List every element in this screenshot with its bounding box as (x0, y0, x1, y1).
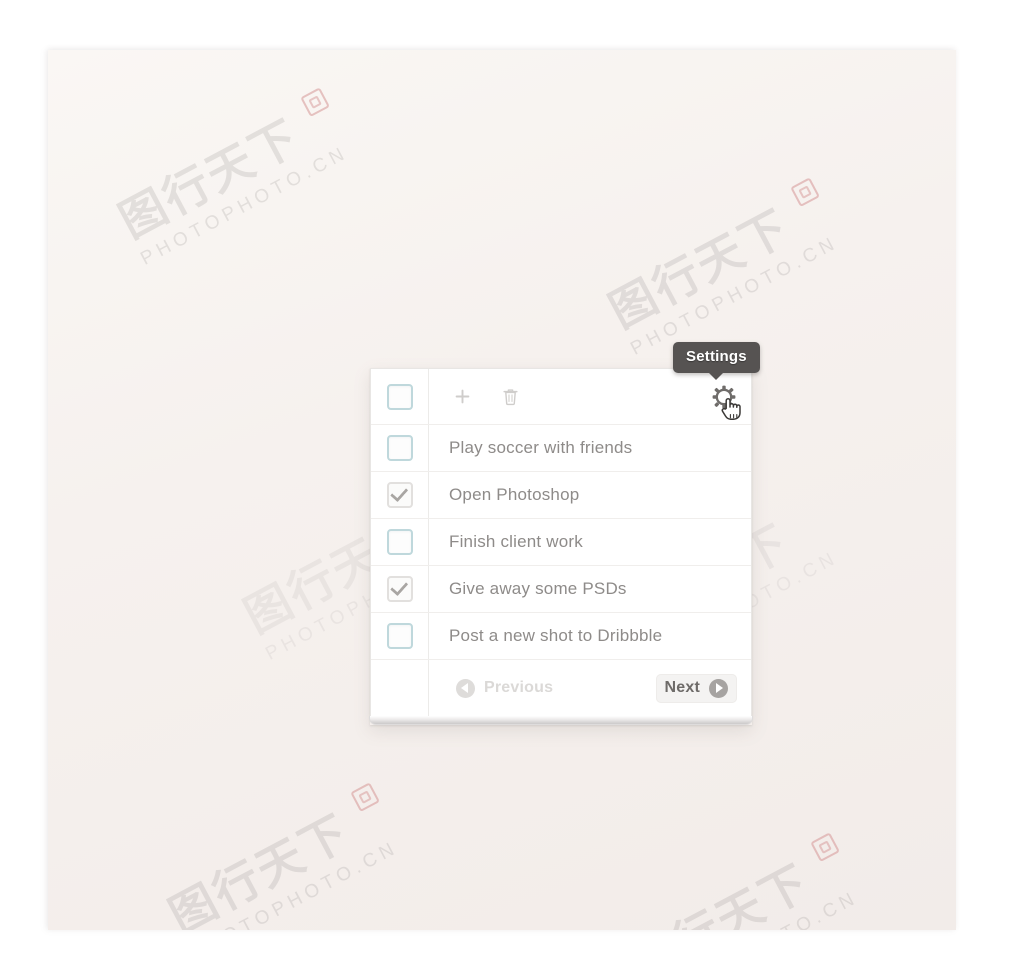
task-label: Finish client work (449, 532, 583, 551)
task-row[interactable]: Finish client work (371, 519, 751, 566)
arrow-right-circle-icon (709, 678, 728, 698)
task-label: Post a new shot to Dribbble (449, 626, 663, 645)
watermark-seal-icon (300, 87, 331, 117)
watermark-seal-icon (810, 832, 841, 862)
task-checkbox-gutter (371, 472, 429, 518)
plus-icon (455, 389, 470, 404)
watermark-latin-text: PHOTOPHOTO.CN (137, 142, 353, 270)
next-button[interactable]: Next (655, 673, 737, 703)
trash-icon (502, 388, 518, 406)
task-content: Post a new shot to Dribbble (429, 626, 751, 646)
pagination-controls: Previous Next (429, 673, 751, 703)
add-task-button[interactable] (449, 384, 475, 410)
watermark-cn-text: 图行天下 (110, 108, 309, 249)
task-checkbox[interactable] (386, 482, 413, 508)
task-row[interactable]: Play soccer with friends (371, 425, 751, 472)
watermark-latin-text: PHOTOPHOTO.CN (187, 837, 403, 930)
tooltip-arrow-icon (708, 372, 725, 380)
watermark-seal-icon (350, 782, 381, 812)
pagination-footer: Previous Next (371, 660, 751, 716)
task-row[interactable]: Open Photoshop (371, 472, 751, 519)
settings-tooltip-label: Settings (686, 348, 747, 365)
arrow-left-icon (461, 683, 468, 693)
footer-gutter (371, 660, 429, 716)
watermark-cn-text: 图行天下 (620, 853, 819, 930)
previous-button-label: Previous (484, 679, 554, 696)
task-checkbox[interactable] (386, 435, 413, 461)
task-checkbox-gutter (371, 519, 429, 565)
todo-widget: Settings Play soccer with friends Open P… (369, 342, 760, 725)
arrow-right-icon (716, 683, 723, 693)
task-row[interactable]: Give away some PSDs (371, 566, 751, 613)
task-checkbox-gutter (371, 566, 429, 612)
watermark: 图行天下 PHOTOPHOTO.CN (160, 782, 406, 930)
task-label: Open Photoshop (449, 485, 580, 504)
arrow-left-circle-icon (456, 678, 475, 698)
select-all-checkbox[interactable] (386, 383, 413, 410)
watermark-cn-text: 图行天下 (600, 198, 799, 339)
settings-tooltip: Settings (673, 342, 760, 380)
checkmark-icon (389, 483, 408, 503)
watermark-seal-icon (790, 177, 821, 207)
task-content: Finish client work (429, 532, 751, 552)
watermark-latin-text: PHOTOPHOTO.CN (644, 881, 866, 930)
gear-icon (711, 384, 737, 410)
toolbar-actions (429, 384, 751, 420)
task-label: Play soccer with friends (449, 438, 633, 457)
design-canvas: 图行天下 PHOTOPHOTO.CN 图行天下 PHOTOPHOTO.CN 图行… (48, 50, 956, 930)
task-row[interactable]: Post a new shot to Dribbble (371, 613, 751, 660)
task-checkbox-gutter (371, 425, 429, 471)
page-stage: 图行天下 PHOTOPHOTO.CN 图行天下 PHOTOPHOTO.CN 图行… (0, 0, 1024, 977)
settings-button[interactable] (711, 384, 741, 420)
task-checkbox-gutter (371, 613, 429, 659)
widget-base-edge (369, 716, 753, 725)
task-content: Play soccer with friends (429, 438, 751, 458)
previous-button[interactable]: Previous (447, 674, 562, 703)
toolbar-row: Settings (371, 342, 760, 425)
task-checkbox[interactable] (386, 529, 413, 555)
watermark: 图行天下 PHOTOPHOTO.CN (620, 832, 866, 930)
delete-task-button[interactable] (497, 384, 523, 410)
task-label: Give away some PSDs (449, 579, 627, 598)
watermark: 图行天下 PHOTOPHOTO.CN (600, 177, 846, 366)
checkmark-icon (389, 577, 408, 597)
watermark: 图行天下 PHOTOPHOTO.CN (110, 87, 356, 276)
task-checkbox[interactable] (386, 623, 413, 649)
task-content: Give away some PSDs (429, 579, 751, 599)
task-checkbox[interactable] (386, 576, 413, 602)
next-button-label: Next (664, 679, 700, 696)
watermark-cn-text: 图行天下 (160, 803, 359, 930)
task-content: Open Photoshop (429, 485, 751, 505)
todo-widget-body: Settings Play soccer with friends Open P… (370, 342, 760, 716)
select-all-gutter (371, 369, 429, 424)
